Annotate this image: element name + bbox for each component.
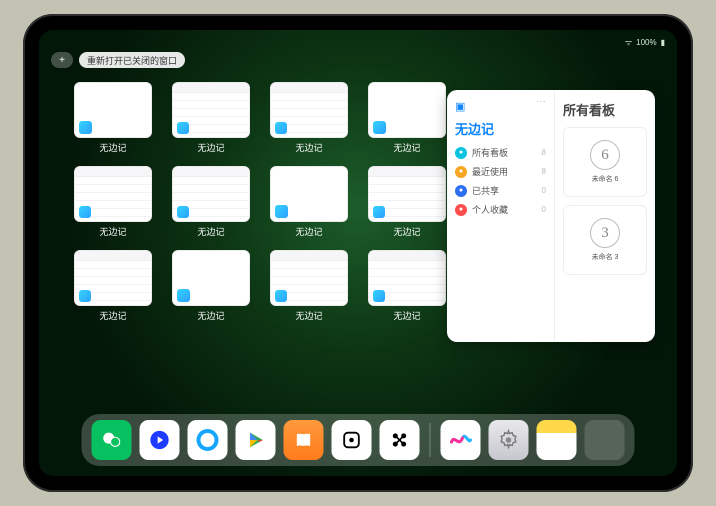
window-preview <box>74 82 152 138</box>
window-preview <box>172 250 250 306</box>
board-caption: 未命名 6 <box>592 174 619 184</box>
dock-tencent-video-icon[interactable] <box>140 420 180 460</box>
category-item[interactable]: ● 最近使用 8 <box>455 165 546 178</box>
window-label: 无边记 <box>393 225 420 238</box>
window-label: 无边记 <box>393 309 420 322</box>
board-caption: 未命名 3 <box>592 252 619 262</box>
dock-settings-icon[interactable] <box>489 420 529 460</box>
window-label: 无边记 <box>99 309 126 322</box>
dock-connect-icon[interactable] <box>380 420 420 460</box>
window-label: 无边记 <box>197 141 224 154</box>
board-thumbnail: 6 <box>590 140 620 170</box>
boards-title: 所有看板 <box>563 100 647 119</box>
window-thumbnail[interactable]: 无边记 <box>267 82 351 158</box>
category-item[interactable]: ● 个人收藏 0 <box>455 203 546 216</box>
category-label: 最近使用 <box>472 165 508 178</box>
dock-freeform-icon[interactable] <box>441 420 481 460</box>
window-label: 无边记 <box>99 225 126 238</box>
panel-app-title: 无边记 <box>455 119 546 138</box>
ipad-screen: ᯤ 100% ▮ + 重新打开已关闭的窗口 无边记无边记无边记无边记无边记无边记… <box>39 30 677 476</box>
window-label: 无边记 <box>295 309 322 322</box>
window-thumbnail[interactable]: 无边记 <box>267 166 351 242</box>
window-preview <box>74 250 152 306</box>
window-label: 无边记 <box>99 141 126 154</box>
reopen-closed-window-button[interactable]: 重新打开已关闭的窗口 <box>79 52 185 68</box>
category-count: 0 <box>542 186 546 195</box>
window-grid: 无边记无边记无边记无边记无边记无边记无边记无边记无边记无边记无边记无边记 <box>71 82 449 326</box>
window-preview <box>172 82 250 138</box>
category-count: 0 <box>542 205 546 214</box>
dock-books-icon[interactable] <box>284 420 324 460</box>
window-preview <box>368 82 446 138</box>
battery-icon: ▮ <box>661 38 665 47</box>
window-preview <box>270 166 348 222</box>
category-label: 个人收藏 <box>472 203 508 216</box>
window-thumbnail[interactable]: 无边记 <box>169 166 253 242</box>
window-preview <box>172 166 250 222</box>
window-preview <box>368 166 446 222</box>
board-thumbnail: 3 <box>590 218 620 248</box>
window-thumbnail[interactable]: 无边记 <box>365 166 449 242</box>
window-thumbnail[interactable]: 无边记 <box>365 250 449 326</box>
window-thumbnail[interactable]: 无边记 <box>365 82 449 158</box>
window-label: 无边记 <box>393 141 420 154</box>
category-count: 8 <box>542 167 546 176</box>
dock-dice-icon[interactable] <box>332 420 372 460</box>
window-preview <box>368 250 446 306</box>
window-thumbnail[interactable]: 无边记 <box>71 250 155 326</box>
category-item[interactable]: ● 所有看板 8 <box>455 146 546 159</box>
window-thumbnail[interactable]: 无边记 <box>169 82 253 158</box>
window-label: 无边记 <box>197 309 224 322</box>
category-icon: ● <box>455 185 467 197</box>
category-item[interactable]: ● 已共享 0 <box>455 184 546 197</box>
dock <box>82 414 635 466</box>
window-thumbnail[interactable]: 无边记 <box>267 250 351 326</box>
category-icon: ● <box>455 147 467 159</box>
window-preview <box>270 250 348 306</box>
board-card[interactable]: 6 未命名 6 <box>563 127 647 197</box>
panel-sidebar: ··· ▣ 无边记 ● 所有看板 8 ● 最近使用 8 ● 已共享 0 ● 个人收藏 0 <box>447 90 555 342</box>
freeform-panel: ··· ▣ 无边记 ● 所有看板 8 ● 最近使用 8 ● 已共享 0 ● 个人收藏 0 所有看板 6… <box>447 90 655 342</box>
dock-separator <box>430 423 431 457</box>
panel-more-icon[interactable]: ··· <box>536 96 546 107</box>
dock-play-store-icon[interactable] <box>236 420 276 460</box>
panel-boards: 所有看板 6 未命名 6 3 未命名 3 <box>555 90 655 342</box>
dock-recent-apps-icon[interactable] <box>585 420 625 460</box>
window-thumbnail[interactable]: 无边记 <box>71 82 155 158</box>
category-label: 所有看板 <box>472 146 508 159</box>
window-preview <box>74 166 152 222</box>
window-label: 无边记 <box>197 225 224 238</box>
dock-wechat-icon[interactable] <box>92 420 132 460</box>
status-bar: ᯤ 100% ▮ <box>39 34 677 50</box>
wifi-icon: ᯤ <box>625 37 632 48</box>
category-icon: ● <box>455 166 467 178</box>
board-card[interactable]: 3 未命名 3 <box>563 205 647 275</box>
dock-notes-icon[interactable] <box>537 420 577 460</box>
window-label: 无边记 <box>295 141 322 154</box>
window-label: 无边记 <box>295 225 322 238</box>
sidebar-toggle-icon[interactable]: ▣ <box>455 100 546 113</box>
ipad-frame: ᯤ 100% ▮ + 重新打开已关闭的窗口 无边记无边记无边记无边记无边记无边记… <box>23 14 693 492</box>
window-preview <box>270 82 348 138</box>
top-buttons: + 重新打开已关闭的窗口 <box>51 52 185 68</box>
new-window-button[interactable]: + <box>51 52 73 68</box>
category-icon: ● <box>455 204 467 216</box>
category-label: 已共享 <box>472 184 499 197</box>
window-thumbnail[interactable]: 无边记 <box>71 166 155 242</box>
battery-text: 100% <box>636 38 656 47</box>
dock-qq-browser-icon[interactable] <box>188 420 228 460</box>
category-count: 8 <box>542 148 546 157</box>
window-thumbnail[interactable]: 无边记 <box>169 250 253 326</box>
